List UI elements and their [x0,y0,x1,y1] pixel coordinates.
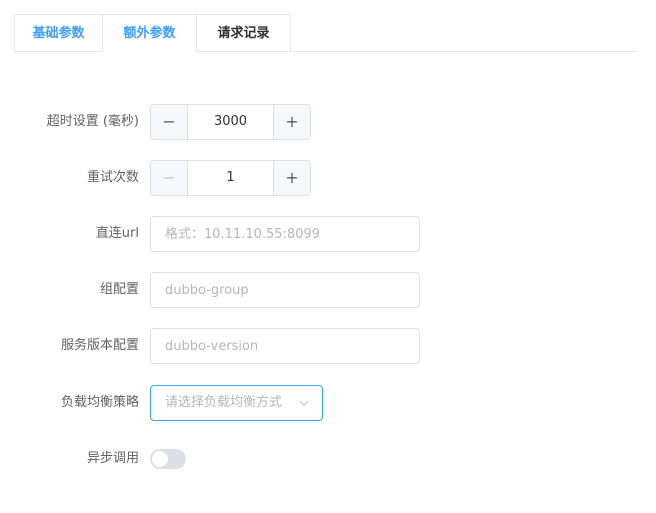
timeout-increment-button[interactable]: + [273,105,310,139]
timeout-decrement-button[interactable]: − [151,105,188,139]
form-row-group: 组配置 [0,272,656,308]
retries-label: 重试次数 [86,170,139,185]
version-input[interactable] [150,328,420,364]
async-toggle[interactable] [150,449,186,469]
timeout-stepper[interactable]: − 3000 + [150,104,311,140]
form-row-async: 异步调用 [0,441,656,477]
version-label: 服务版本配置 [60,338,139,353]
async-toggle-knob [152,451,168,467]
timeout-value[interactable]: 3000 [188,105,273,139]
retries-value[interactable]: 1 [188,161,273,195]
retries-increment-button[interactable]: + [273,161,310,195]
tab-bar: 基础参数 额外参数 请求记录 [14,14,636,52]
async-label: 异步调用 [86,451,139,466]
form-row-retries: 重试次数 − 1 + [0,160,656,196]
form-row-timeout: 超时设置 (毫秒) − 3000 + [0,104,656,140]
load-balance-select[interactable]: 请选择负载均衡方式 [150,385,323,421]
direct-url-label: 直连url [95,226,139,241]
dubbo-extra-params-panel: 基础参数 额外参数 请求记录 超时设置 (毫秒) − 3000 + 重试次数 −… [0,0,656,513]
tab-basic-params[interactable]: 基础参数 [14,14,103,51]
retries-stepper[interactable]: − 1 + [150,160,311,196]
load-balance-label: 负载均衡策略 [60,395,139,410]
group-label: 组配置 [99,282,139,297]
tab-request-log[interactable]: 请求记录 [197,14,291,51]
form-row-load-balance: 负载均衡策略 请选择负载均衡方式 [0,385,656,421]
form-row-direct-url: 直连url [0,216,656,252]
group-input[interactable] [150,272,420,308]
tab-extra-params[interactable]: 额外参数 [103,14,197,52]
retries-decrement-button[interactable]: − [151,161,188,195]
timeout-label: 超时设置 (毫秒) [46,114,139,129]
chevron-down-icon [299,400,309,406]
form-row-version: 服务版本配置 [0,328,656,364]
load-balance-placeholder: 请选择负载均衡方式 [165,395,283,410]
direct-url-input[interactable] [150,216,420,252]
